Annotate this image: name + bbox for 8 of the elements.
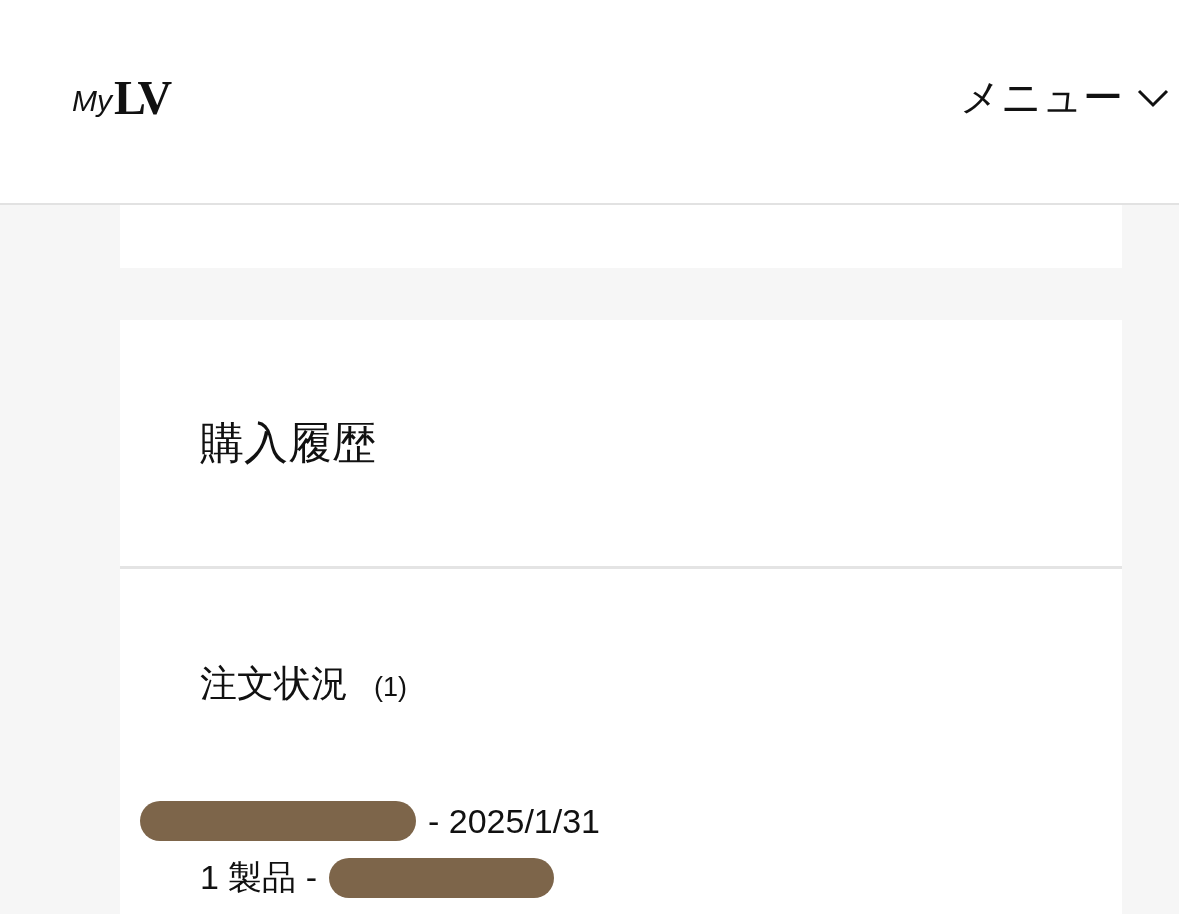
order-summary: 1 製品 -: [200, 857, 318, 898]
section-title: 注文状況: [200, 662, 348, 706]
order-date: - 2025/1/31: [428, 801, 601, 841]
page-title: 購入履歴: [200, 416, 376, 469]
logo[interactable]: MyLV: [72, 73, 175, 122]
logo-monogram: LV: [114, 73, 170, 122]
order-count: (1): [374, 672, 407, 703]
menu-button[interactable]: メニュー: [960, 70, 1169, 125]
